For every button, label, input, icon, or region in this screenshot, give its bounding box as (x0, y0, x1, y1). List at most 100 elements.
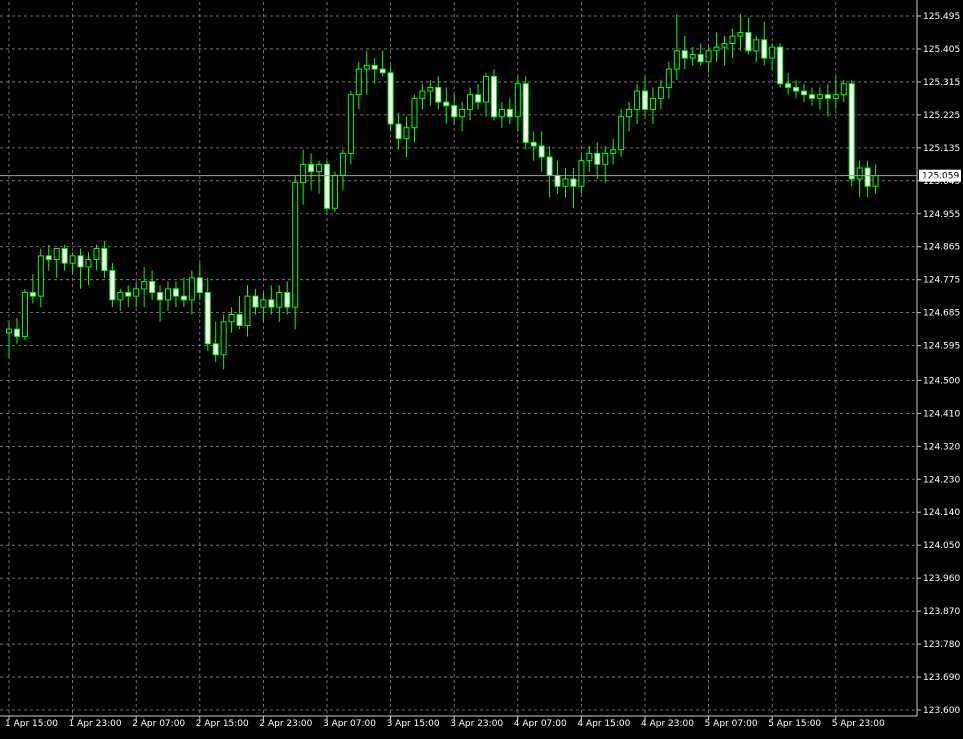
price-tick-label: 123.600 (923, 706, 960, 716)
candle-body-up (69, 255, 76, 264)
price-tick-label: 124.595 (923, 342, 960, 352)
price-tick-label: 124.230 (923, 475, 960, 485)
candle-body-down (475, 94, 482, 103)
candle-body-down (594, 152, 601, 165)
candle-body-down (546, 156, 553, 176)
candlestick-chart[interactable]: 125.059 125.495125.405125.315125.225125.… (0, 0, 963, 739)
candle-body-down (379, 68, 386, 74)
candle-body-up (514, 83, 521, 118)
candle-body-up (459, 108, 466, 118)
candle-body-down (157, 292, 164, 301)
candle-body-down (45, 255, 52, 261)
price-tick-label: 125.315 (923, 78, 960, 88)
time-tick-label: 2 Apr 07:00 (132, 719, 185, 729)
candle-body-up (657, 86, 664, 99)
candle-body-up (331, 174, 338, 209)
candle-body-down (61, 248, 68, 264)
candle-body-up (769, 46, 776, 59)
candle-body-up (713, 46, 720, 52)
candle-body-up (705, 50, 712, 63)
candle-body-down (443, 101, 450, 107)
price-tick-label: 124.775 (923, 276, 960, 286)
candle[interactable] (618, 109, 625, 157)
candle-body-up (649, 97, 656, 110)
candle-body-down (212, 343, 219, 356)
candle[interactable] (292, 175, 299, 330)
candle[interactable] (387, 65, 394, 132)
candle-body-up (21, 292, 28, 337)
candle-body-down (149, 281, 156, 294)
candle-body-down (490, 75, 497, 118)
candle-body-down (538, 145, 545, 158)
time-tick-label: 3 Apr 07:00 (323, 719, 376, 729)
price-tick-label: 124.955 (923, 210, 960, 220)
candle[interactable] (490, 69, 497, 121)
time-tick-label: 2 Apr 23:00 (259, 719, 312, 729)
time-tick-label: 4 Apr 23:00 (641, 719, 694, 729)
candle-body-down (864, 167, 871, 187)
candle-body-up (53, 248, 60, 261)
candle-body-up (363, 64, 370, 70)
candle[interactable] (21, 288, 28, 341)
candle-body-down (172, 288, 179, 297)
candle-body-down (252, 295, 259, 308)
time-tick-label: 5 Apr 07:00 (705, 719, 758, 729)
candle[interactable] (522, 76, 529, 150)
candle-body-down (101, 248, 108, 272)
candle[interactable] (777, 43, 784, 88)
candle-body-up (673, 50, 680, 70)
candle[interactable] (347, 91, 354, 165)
candle-body-down (824, 94, 831, 99)
time-tick-label: 3 Apr 23:00 (450, 719, 503, 729)
chart-background (0, 0, 963, 739)
candle-body-down (180, 295, 187, 301)
price-tick-label: 124.685 (923, 309, 960, 319)
time-tick-label: 4 Apr 07:00 (514, 719, 567, 729)
candle-body-up (244, 295, 251, 326)
candle-body-up (602, 152, 609, 165)
candle-body-down (697, 53, 704, 63)
candle-body-down (77, 255, 84, 268)
candle-body-down (387, 72, 394, 125)
price-tick-label: 125.225 (923, 111, 960, 121)
candle-body-up (586, 152, 593, 162)
candle[interactable] (331, 171, 338, 212)
candle-body-down (793, 86, 800, 92)
candle-body-down (848, 83, 855, 180)
candle-body-down (506, 108, 513, 118)
candle-body-up (276, 292, 283, 308)
time-tick-label: 1 Apr 15:00 (5, 719, 58, 729)
candle-body-down (204, 292, 211, 345)
candle[interactable] (848, 80, 855, 187)
candle-body-up (427, 86, 434, 92)
price-tick-label: 123.870 (923, 607, 960, 617)
price-tick-label: 124.500 (923, 376, 960, 386)
candle-body-up (665, 68, 672, 88)
candle-body-up (721, 42, 728, 48)
candle-body-up (411, 97, 418, 129)
candle-body-up (220, 321, 227, 356)
candle-body-down (324, 163, 330, 209)
price-tick-label: 124.865 (923, 243, 960, 253)
candle-body-down (196, 277, 203, 294)
candle-body-up (6, 328, 12, 334)
candle-body-down (554, 174, 561, 187)
price-tick-label: 125.495 (923, 12, 960, 22)
candle-body-up (816, 94, 823, 99)
candle-body-up (260, 299, 267, 308)
candle[interactable] (324, 160, 330, 212)
candle-body-down (785, 83, 792, 88)
candle-body-up (578, 160, 585, 187)
candle-body-down (642, 90, 648, 110)
candle-body-up (832, 94, 839, 99)
candle-body-down (371, 64, 378, 70)
candle-body-down (745, 31, 752, 52)
candle-body-down (801, 90, 807, 96)
candle-body-down (681, 50, 688, 59)
candle-body-down (13, 328, 20, 337)
candle-body-up (37, 255, 44, 297)
candle-body-up (856, 167, 863, 180)
candle-body-down (777, 46, 784, 85)
candle-body-down (530, 141, 537, 147)
candle-body-down (435, 86, 442, 103)
